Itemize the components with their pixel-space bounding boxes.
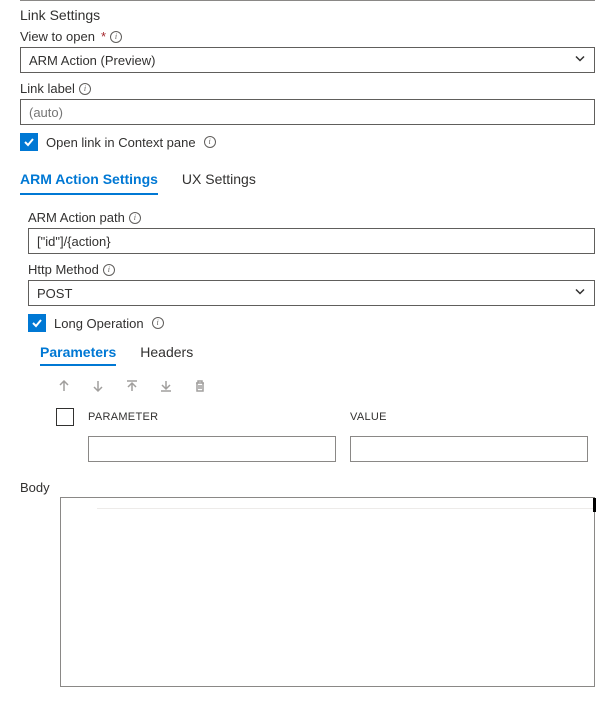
long-operation-checkbox[interactable] — [28, 314, 46, 332]
param-toolbar — [56, 378, 595, 394]
delete-icon[interactable] — [192, 378, 208, 394]
arm-action-path-input[interactable] — [28, 228, 595, 254]
view-to-open-select[interactable]: ARM Action (Preview) — [20, 47, 595, 73]
link-label-label: Link label — [20, 81, 75, 96]
chevron-down-icon — [574, 53, 586, 68]
http-method-label: Http Method — [28, 262, 99, 277]
scrollbar-handle[interactable] — [593, 498, 596, 512]
column-header-parameter: PARAMETER — [88, 411, 336, 423]
view-to-open-label: View to open — [20, 29, 95, 44]
link-label-input[interactable] — [20, 99, 595, 125]
long-operation-label: Long Operation — [54, 316, 144, 331]
main-tabs: ARM Action Settings UX Settings — [20, 165, 595, 196]
select-all-checkbox[interactable] — [56, 408, 74, 426]
move-to-top-icon[interactable] — [124, 378, 140, 394]
arm-action-path-label: ARM Action path — [28, 210, 125, 225]
chevron-down-icon — [574, 286, 586, 301]
open-context-label: Open link in Context pane — [46, 135, 196, 150]
tab-ux-settings[interactable]: UX Settings — [182, 165, 256, 195]
body-label: Body — [20, 480, 595, 495]
info-icon[interactable]: i — [79, 83, 91, 95]
info-icon[interactable]: i — [110, 31, 122, 43]
info-icon[interactable]: i — [204, 136, 216, 148]
sub-tab-parameters[interactable]: Parameters — [40, 340, 116, 366]
info-icon[interactable]: i — [129, 212, 141, 224]
sub-tab-headers[interactable]: Headers — [140, 340, 193, 366]
move-down-icon[interactable] — [90, 378, 106, 394]
sub-tabs: Parameters Headers — [40, 340, 595, 366]
view-to-open-value: ARM Action (Preview) — [29, 53, 155, 68]
move-up-icon[interactable] — [56, 378, 72, 394]
open-context-checkbox[interactable] — [20, 133, 38, 151]
column-header-value: VALUE — [350, 411, 387, 423]
section-title: Link Settings — [20, 7, 595, 23]
move-to-bottom-icon[interactable] — [158, 378, 174, 394]
body-editor[interactable] — [60, 497, 595, 687]
required-marker: * — [101, 29, 106, 44]
info-icon[interactable]: i — [152, 317, 164, 329]
http-method-value: POST — [37, 286, 72, 301]
tab-arm-action-settings[interactable]: ARM Action Settings — [20, 165, 158, 195]
value-input[interactable] — [350, 436, 588, 462]
editor-gutter-line — [97, 508, 594, 509]
table-row — [88, 436, 595, 462]
parameter-input[interactable] — [88, 436, 336, 462]
http-method-select[interactable]: POST — [28, 280, 595, 306]
info-icon[interactable]: i — [103, 264, 115, 276]
